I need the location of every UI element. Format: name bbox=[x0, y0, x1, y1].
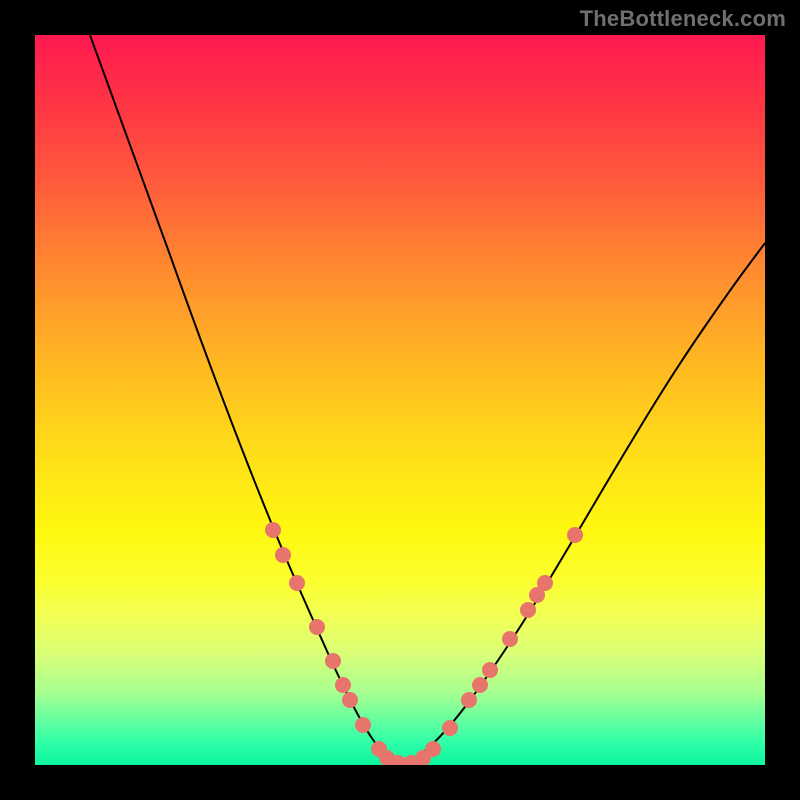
data-marker bbox=[275, 547, 291, 563]
watermark-text: TheBottleneck.com bbox=[580, 6, 786, 32]
outer-frame: TheBottleneck.com bbox=[0, 0, 800, 800]
data-marker bbox=[567, 527, 583, 543]
data-marker bbox=[461, 692, 477, 708]
data-marker bbox=[325, 653, 341, 669]
right-curve bbox=[397, 243, 765, 765]
chart-svg bbox=[35, 35, 765, 765]
data-marker bbox=[289, 575, 305, 591]
data-marker bbox=[342, 692, 358, 708]
data-marker bbox=[425, 741, 441, 757]
data-marker bbox=[472, 677, 488, 693]
data-markers bbox=[265, 522, 583, 765]
data-marker bbox=[502, 631, 518, 647]
data-marker bbox=[355, 717, 371, 733]
plot-area bbox=[35, 35, 765, 765]
data-marker bbox=[309, 619, 325, 635]
data-marker bbox=[442, 720, 458, 736]
data-marker bbox=[482, 662, 498, 678]
data-marker bbox=[265, 522, 281, 538]
data-marker bbox=[537, 575, 553, 591]
data-marker bbox=[520, 602, 536, 618]
data-marker bbox=[335, 677, 351, 693]
left-curve bbox=[90, 35, 397, 765]
